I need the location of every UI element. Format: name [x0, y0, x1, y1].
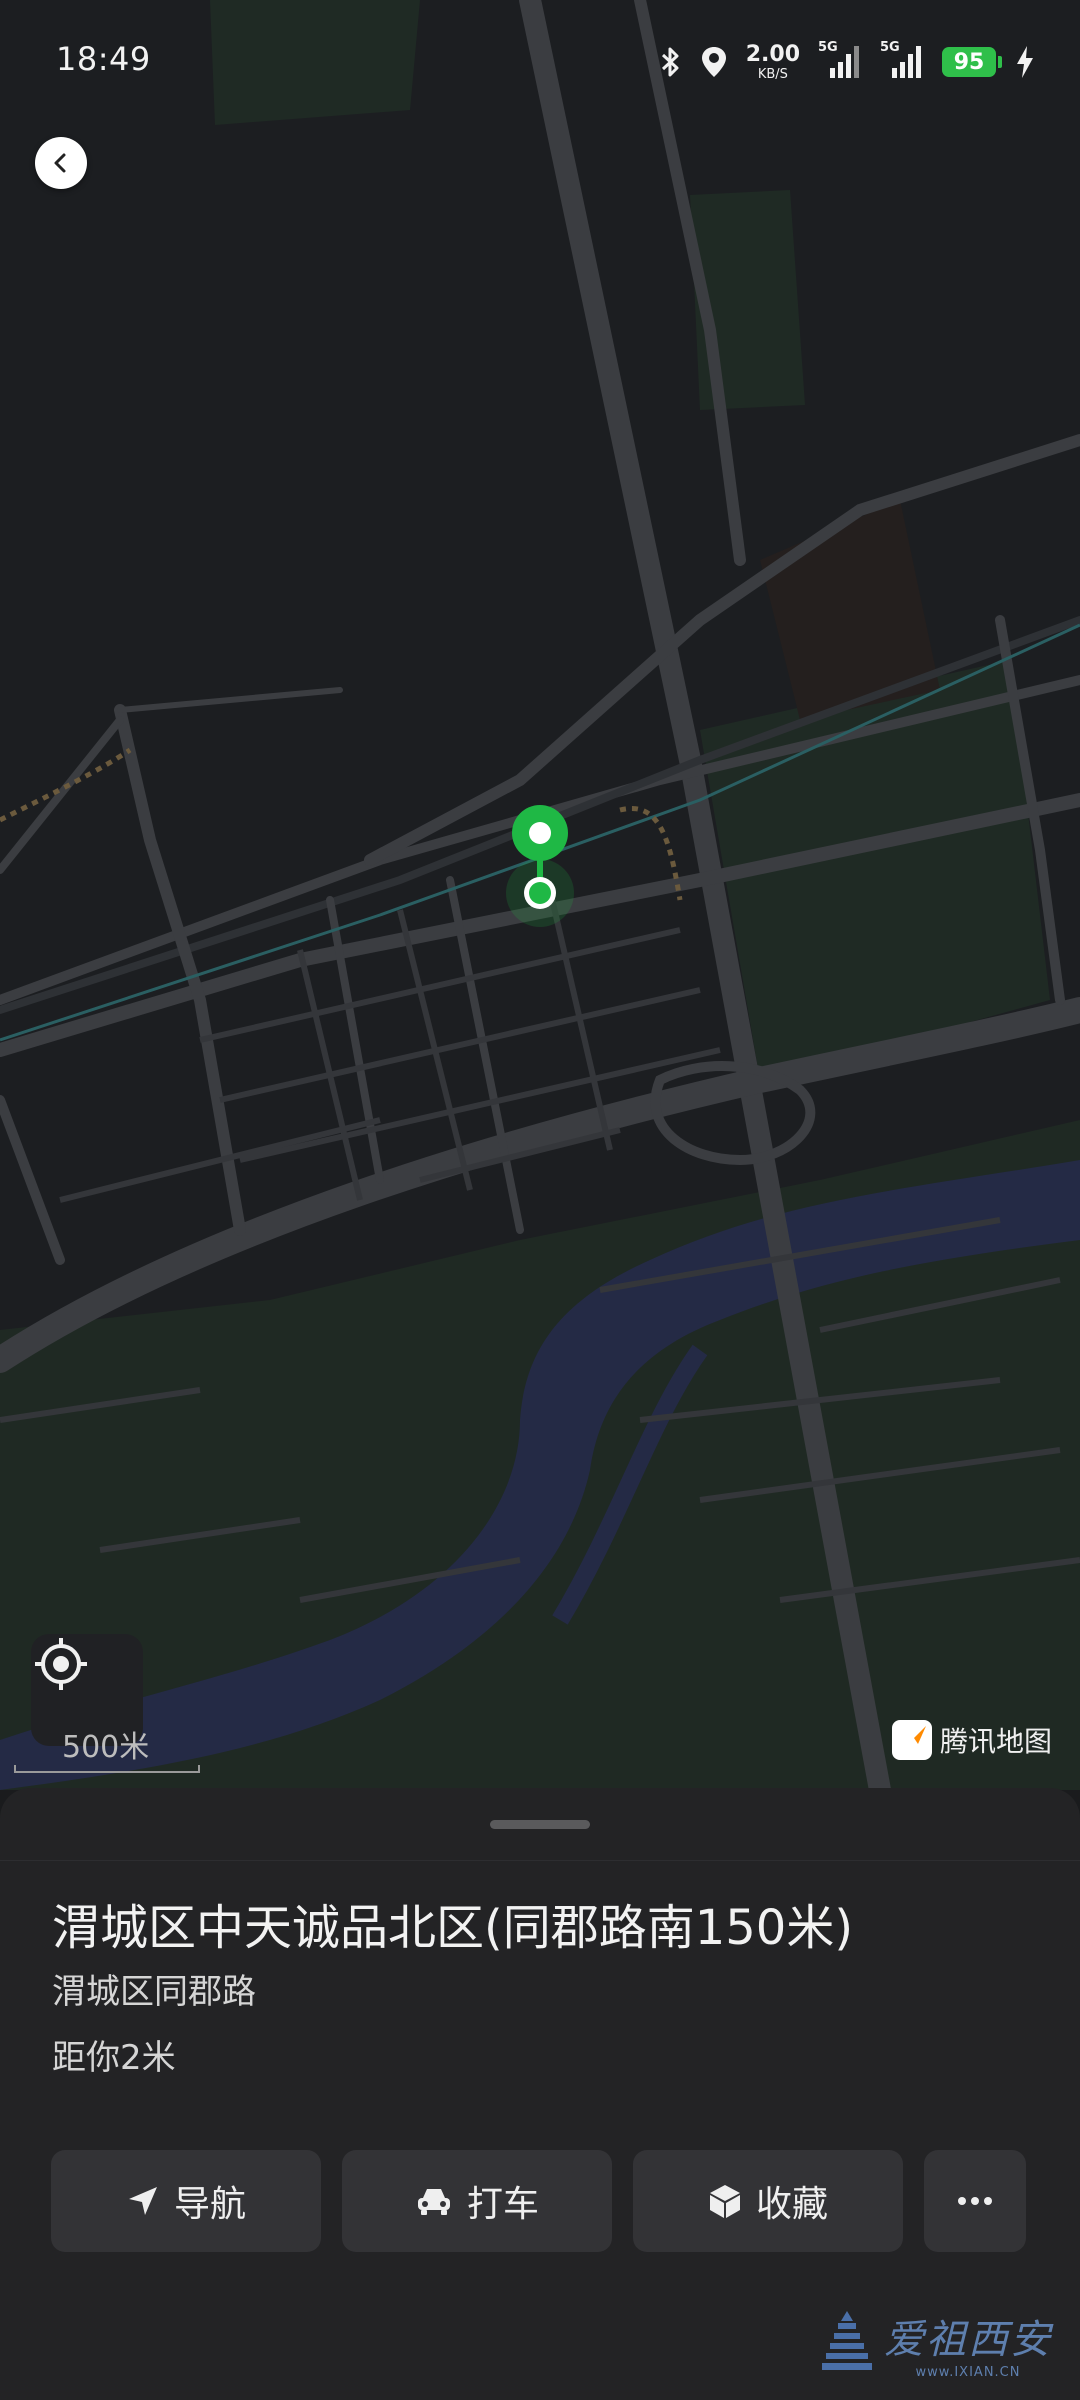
back-button[interactable] — [35, 137, 87, 189]
map-provider: 腾讯地图 — [891, 1720, 1052, 1760]
taxi-label: 打车 — [466, 2184, 539, 2225]
location-icon — [701, 47, 726, 77]
status-time: 18:49 — [56, 40, 151, 78]
more-dots-icon — [958, 2197, 992, 2205]
watermark-domain: www.IXIAN.CN — [915, 2365, 1021, 2380]
map-canvas[interactable] — [0, 0, 1080, 1790]
map-scale-bar — [14, 1765, 200, 1773]
sheet-divider — [0, 1860, 1080, 1861]
sim2-label: 5G — [880, 40, 900, 55]
charging-icon — [1017, 46, 1033, 78]
favorite-label: 收藏 — [755, 2184, 828, 2225]
favorite-box-icon — [709, 2185, 740, 2218]
sim1-signal: 5G — [818, 40, 862, 80]
place-address: 渭城区同郡路 — [52, 1972, 256, 2012]
navigate-label: 导航 — [173, 2184, 246, 2225]
road-west-ns — [114, 704, 246, 1236]
road-diag — [0, 716, 124, 874]
road-north-link — [117, 687, 343, 713]
road-far-west — [0, 1095, 65, 1265]
battery-level: 95 — [942, 47, 1002, 77]
sheet-drag-handle[interactable] — [490, 1820, 590, 1829]
navigate-button[interactable]: 导航 — [51, 2150, 321, 2252]
taxi-icon — [417, 2189, 450, 2215]
dark-block — [760, 500, 940, 720]
favorite-button[interactable]: 收藏 — [633, 2150, 903, 2252]
network-speed-unit: KB/S — [757, 66, 788, 82]
more-button[interactable] — [924, 2150, 1026, 2252]
chevron-left-icon — [54, 153, 66, 173]
place-title: 渭城区中天诚品北区(同郡路南150米) — [52, 1900, 854, 1956]
pagoda-logo-icon — [822, 2310, 872, 2370]
network-speed: 2.00 KB/S — [745, 41, 800, 82]
crosshair-icon — [35, 1638, 87, 1690]
action-bar: 导航 打车 收藏 — [51, 2150, 1026, 2252]
map-scale-label: 500米 — [62, 1730, 150, 1765]
sim2-signal: 5G — [880, 40, 924, 80]
tencent-map-logo-icon — [891, 1720, 932, 1760]
taxi-button[interactable]: 打车 — [342, 2150, 612, 2252]
watermark-text-group: 爱祖西安 www.IXIAN.CN — [884, 2307, 1052, 2380]
map-provider-name: 腾讯地图 — [939, 1725, 1052, 1758]
place-distance: 距你2米 — [52, 2038, 176, 2078]
watermark: 爱祖西安 www.IXIAN.CN — [820, 2307, 1052, 2380]
network-speed-value: 2.00 — [745, 41, 800, 67]
sim1-label: 5G — [818, 40, 838, 55]
place-detail-sheet: 渭城区中天诚品北区(同郡路南150米) 渭城区同郡路 距你2米 导航 打车 收藏… — [0, 1788, 1080, 2400]
watermark-text: 爱祖西安 — [884, 2317, 1052, 2363]
navigation-arrow-icon — [128, 2187, 157, 2215]
status-icons: 2.00 KB/S 5G 5G 95 — [660, 40, 1036, 84]
map-view[interactable]: 500米 腾讯地图 — [0, 0, 1080, 1790]
status-bar: 18:49 2.00 KB/S 5G 5G 95 — [0, 0, 1080, 120]
bluetooth-icon — [661, 47, 679, 77]
road-mid-ns — [446, 876, 524, 1234]
